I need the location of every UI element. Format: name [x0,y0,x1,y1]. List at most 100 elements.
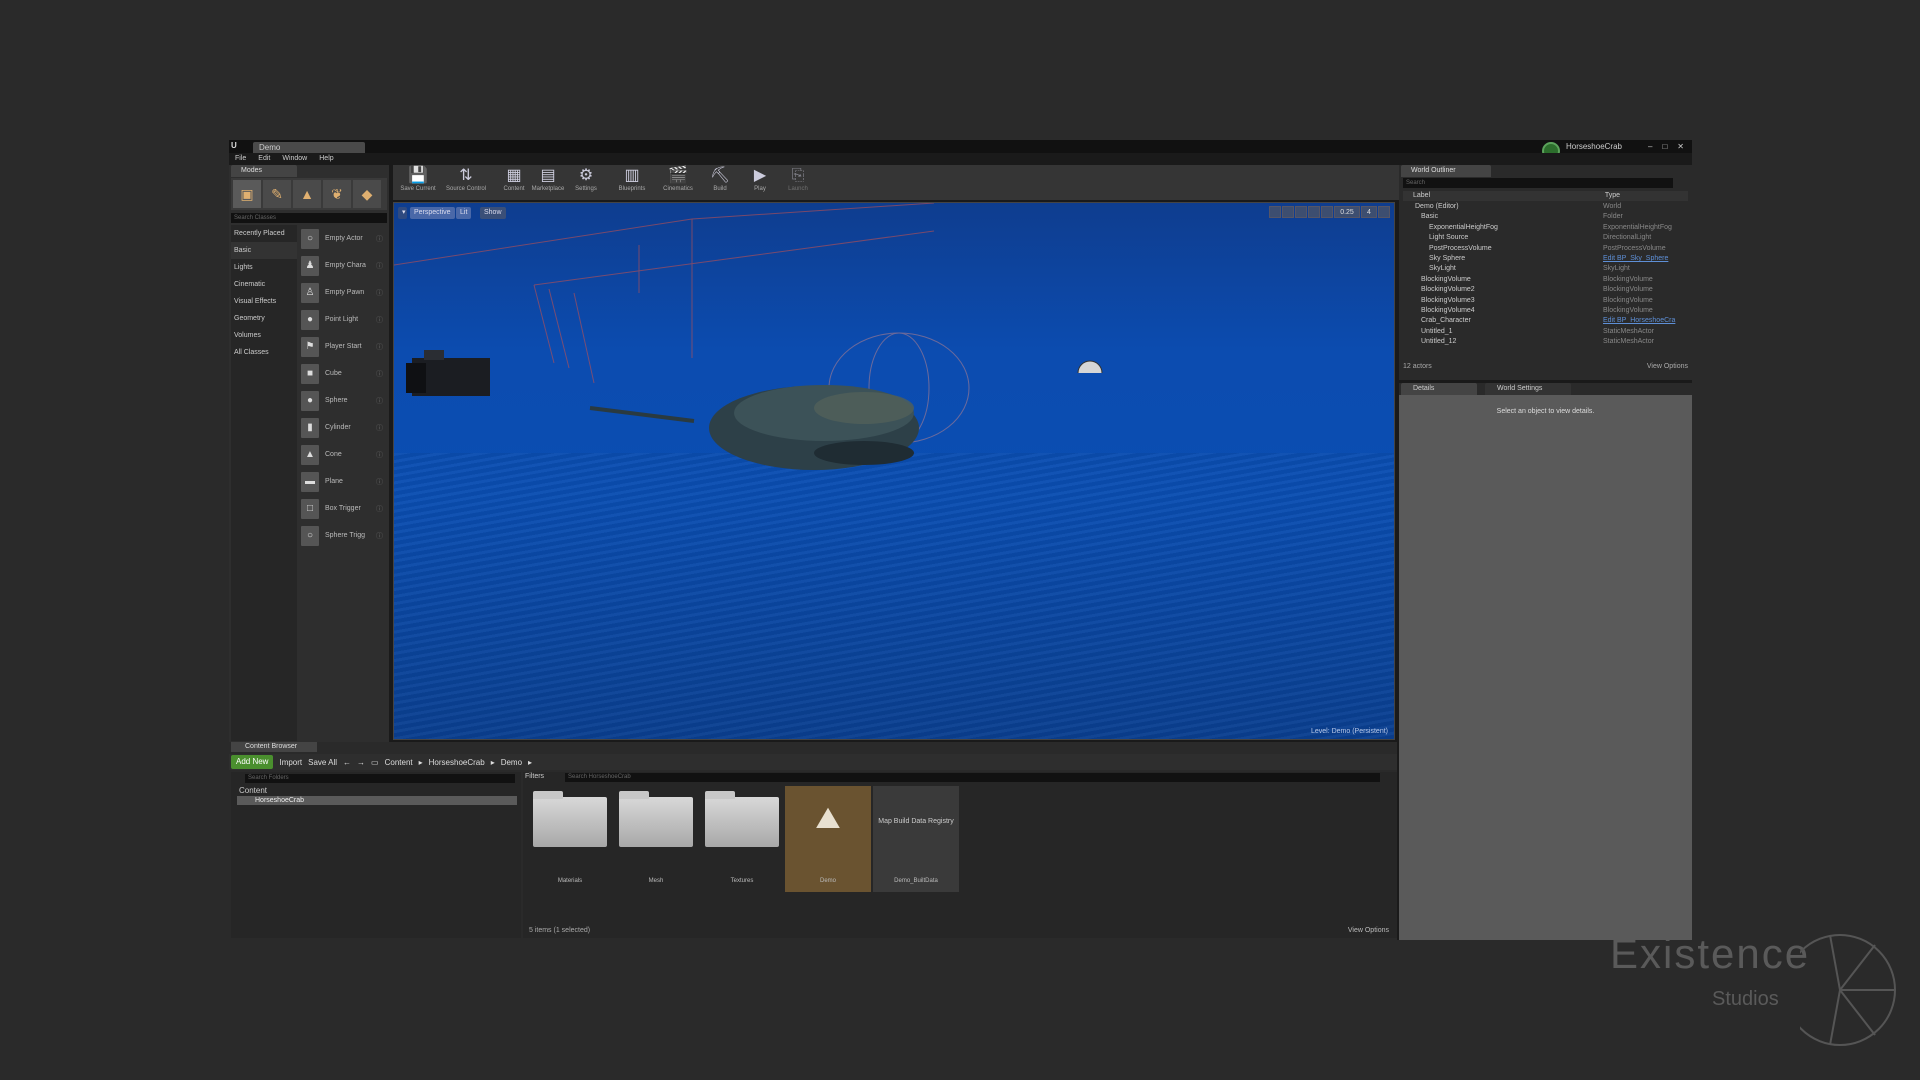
category-geometry[interactable]: Geometry [231,310,297,327]
filters-button[interactable]: Filters [525,773,544,780]
asset-folder-textures[interactable]: Textures [699,786,785,892]
place-item[interactable]: ▲ Cone ⓘ [297,441,387,468]
perspective-button[interactable]: Perspective [410,207,455,219]
outliner-row[interactable]: Light Source DirectionalLight [1403,233,1688,243]
menu-help[interactable]: Help [319,153,333,164]
info-icon[interactable]: ⓘ [376,261,383,271]
info-icon[interactable]: ⓘ [376,288,383,298]
world-local-icon[interactable] [1308,206,1320,218]
category-cinematic[interactable]: Cinematic [231,276,297,293]
info-icon[interactable]: ⓘ [376,369,383,379]
info-icon[interactable]: ⓘ [376,477,383,487]
place-item[interactable]: ⚑ Player Start ⓘ [297,333,387,360]
content-browser-tab[interactable]: Content Browser [231,742,317,752]
info-icon[interactable]: ⓘ [376,396,383,406]
world-outliner-tab[interactable]: World Outliner [1401,165,1491,177]
info-icon[interactable]: ⓘ [376,450,383,460]
search-folders-input[interactable]: Search Folders [245,774,515,783]
outliner-row[interactable]: ExponentialHeightFog ExponentialHeightFog [1403,223,1688,233]
info-icon[interactable]: ⓘ [376,315,383,325]
surface-snap-icon[interactable] [1321,206,1333,218]
outliner-search-input[interactable]: Search [1403,178,1673,188]
place-item[interactable]: ● Point Light ⓘ [297,306,387,333]
import-button[interactable]: Import [279,758,302,767]
camera-speed-value[interactable]: 4 [1361,206,1377,218]
category-lights[interactable]: Lights [231,259,297,276]
outliner-view-options[interactable]: View Options [1647,363,1688,370]
close-icon[interactable]: ✕ [1677,140,1684,153]
category-all-classes[interactable]: All Classes [231,344,297,361]
edit-blueprint-link[interactable]: Edit BP_Sky_Sphere [1603,254,1668,264]
place-item[interactable]: ▬ Plane ⓘ [297,468,387,495]
outliner-row[interactable]: SkyLight SkyLight [1403,264,1688,274]
outliner-row[interactable]: Basic Folder [1403,212,1688,222]
tab-world-settings[interactable]: World Settings [1485,383,1571,395]
asset-view-options[interactable]: View Options [1348,927,1389,934]
tree-content[interactable]: Content [239,786,267,795]
save-all-button[interactable]: Save All [308,758,337,767]
outliner-row[interactable]: Crab_Character Edit BP_HorseshoeCra [1403,316,1688,326]
outliner-row[interactable]: BlockingVolume BlockingVolume [1403,275,1688,285]
path-horseshoecrab[interactable]: HorseshoeCrab [429,758,485,767]
asset-map-build-data[interactable]: Map Build Data Registry Demo_BuiltData [873,786,959,892]
outliner-row[interactable]: Untitled_12 StaticMeshActor [1403,337,1688,347]
maximize-icon[interactable]: □ [1662,140,1667,153]
scale-icon[interactable] [1295,206,1307,218]
category-volumes[interactable]: Volumes [231,327,297,344]
cinematics-button[interactable]: 🎬 Cinematics [655,166,701,199]
asset-map-demo[interactable]: ⛰ Demo [785,786,871,892]
info-icon[interactable]: ⓘ [376,234,383,244]
info-icon[interactable]: ⓘ [376,531,383,541]
lit-button[interactable]: Lit [456,207,472,219]
outliner-row[interactable]: BlockingVolume2 BlockingVolume [1403,285,1688,295]
category-visual-effects[interactable]: Visual Effects [231,293,297,310]
info-icon[interactable]: ⓘ [376,342,383,352]
translate-icon[interactable] [1269,206,1281,218]
place-item[interactable]: ♙ Empty Pawn ⓘ [297,279,387,306]
search-assets-input[interactable]: Search HorseshoeCrab [565,773,1380,782]
menu-edit[interactable]: Edit [258,153,270,164]
foliage-mode-icon[interactable]: ❦ [323,180,351,208]
place-mode-icon[interactable]: ▣ [233,180,261,208]
place-item[interactable]: □ Box Trigger ⓘ [297,495,387,522]
info-icon[interactable]: ⓘ [376,423,383,433]
maximize-viewport-icon[interactable] [1378,206,1390,218]
asset-folder-mesh[interactable]: Mesh [613,786,699,892]
category-basic[interactable]: Basic [231,242,297,259]
outliner-row[interactable]: Sky Sphere Edit BP_Sky_Sphere [1403,254,1688,264]
asset-folder-materials[interactable]: Materials [527,786,613,892]
path-demo[interactable]: Demo [501,758,522,767]
place-item[interactable]: ♟ Empty Chara ⓘ [297,252,387,279]
col-label[interactable]: Label [1403,191,1603,201]
outliner-row[interactable]: BlockingVolume3 BlockingVolume [1403,296,1688,306]
place-item[interactable]: ■ Cube ⓘ [297,360,387,387]
info-icon[interactable]: ⓘ [376,504,383,514]
place-item[interactable]: ● Sphere ⓘ [297,387,387,414]
forward-icon[interactable]: → [357,758,365,767]
source-control-button[interactable]: ⇅ Source Control [443,166,489,199]
place-item[interactable]: ▮ Cylinder ⓘ [297,414,387,441]
paint-mode-icon[interactable]: ✎ [263,180,291,208]
menu-file[interactable]: File [235,153,246,164]
blueprints-button[interactable]: ▥ Blueprints [609,166,655,199]
landscape-mode-icon[interactable]: ▲ [293,180,321,208]
path-content[interactable]: Content [385,758,413,767]
modes-tab[interactable]: Modes [231,165,297,177]
category-recently-placed[interactable]: Recently Placed [231,225,297,242]
level-viewport[interactable]: ▾ Perspective Lit Show 0.25 4 Level: Dem… [393,202,1395,740]
outliner-row[interactable]: Untitled_1 StaticMeshActor [1403,327,1688,337]
outliner-row[interactable]: BlockingVolume4 BlockingVolume [1403,306,1688,316]
edit-blueprint-link[interactable]: Edit BP_HorseshoeCra [1603,316,1675,326]
outliner-row[interactable]: Demo (Editor) World [1403,202,1688,212]
rotate-icon[interactable] [1282,206,1294,218]
search-classes-input[interactable]: Search Classes [231,213,387,223]
add-new-button[interactable]: Add New [231,755,274,769]
back-icon[interactable]: ← [343,758,351,767]
geometry-mode-icon[interactable]: ◆ [353,180,381,208]
tab-details[interactable]: Details [1401,383,1477,395]
save-current-button[interactable]: 💾 Save Current [395,166,441,199]
show-button[interactable]: Show [480,207,506,219]
minimize-icon[interactable]: – [1648,140,1652,153]
settings-button[interactable]: ⚙ Settings [563,166,609,199]
viewport-options-dropdown[interactable]: ▾ [398,207,407,219]
